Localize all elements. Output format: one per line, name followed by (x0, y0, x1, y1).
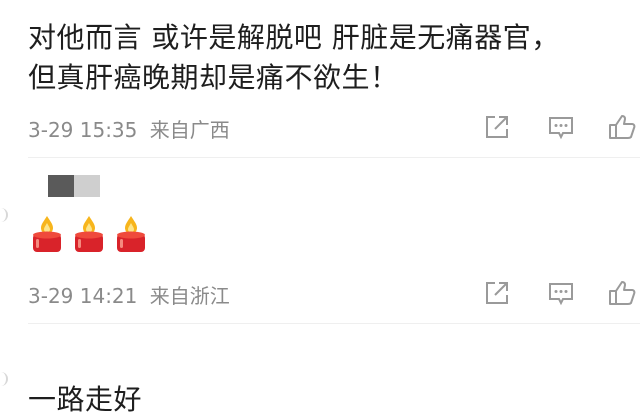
share-icon[interactable] (482, 278, 512, 308)
comment-location: 来自广西 (149, 118, 230, 142)
comment-text-line: 对他而言 或许是解脱吧 肝脏是无痛器官， (28, 21, 560, 54)
comment-icon[interactable] (546, 112, 576, 142)
blurred-username (48, 175, 100, 197)
comment-icon[interactable] (546, 278, 576, 308)
comment-time: 3-29 14:21 (28, 284, 138, 308)
comment-meta: 3-29 14:21 来自浙江 (28, 280, 230, 309)
edge-marker (0, 372, 8, 386)
comment-text-line: 但真肝癌晚期却是痛不欲生！ (28, 61, 399, 94)
like-icon[interactable] (606, 278, 636, 308)
divider (28, 323, 640, 324)
candle-icon (30, 214, 64, 254)
like-icon[interactable] (606, 112, 636, 142)
divider (28, 157, 640, 158)
comment-time: 3-29 15:35 (28, 118, 138, 142)
comment-meta: 3-29 15:35 来自广西 (28, 114, 230, 143)
comment-item: 对他而言 或许是解脱吧 肝脏是无痛器官， 但真肝癌晚期却是痛不欲生！ 3-29 … (0, 0, 640, 160)
candle-icon (114, 214, 148, 254)
comment-actions (480, 278, 640, 308)
comment-feed: 对他而言 或许是解脱吧 肝脏是无痛器官， 但真肝癌晚期却是痛不欲生！ 3-29 … (0, 0, 640, 417)
comment-text-line: 一路走好 (28, 383, 143, 416)
edge-marker (0, 208, 8, 222)
comment-location: 来自浙江 (149, 284, 230, 308)
share-icon[interactable] (482, 112, 512, 142)
candle-icon (72, 214, 106, 254)
comment-actions (480, 112, 640, 142)
